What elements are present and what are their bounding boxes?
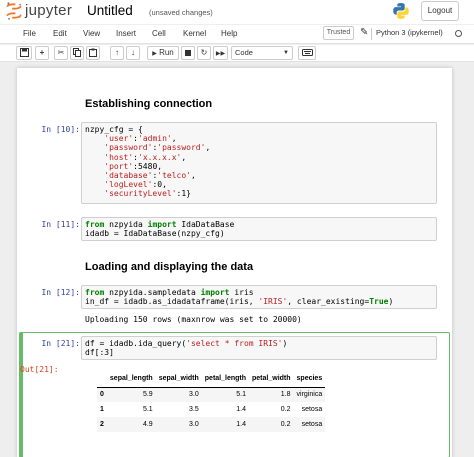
run-button[interactable]: ▶ Run [147,46,179,60]
arrow-down-icon: ↓ [131,48,135,57]
menu-insert[interactable]: Insert [116,29,136,38]
table-cell: 3.0 [189,421,199,428]
menu-file[interactable]: File [23,29,36,38]
command-palette-button[interactable] [298,46,316,60]
arrow-up-icon: ↑ [115,48,119,57]
table-cell: virginica [296,391,323,399]
plus-icon: + [39,48,45,57]
input-prompt: In [10]: [41,125,80,134]
table-cell: 3.0 [189,391,199,399]
run-icon: ▶ [152,51,157,57]
column-header: petal_length [201,372,250,388]
code-cell-config[interactable]: nzpy_cfg = { 'user':'admin', 'password':… [81,122,437,204]
logout-button[interactable]: Logout [421,1,459,21]
trusted-indicator[interactable]: Trusted [323,26,354,40]
toolbar: + ✂ ↑ ↓ ▶ Run ↻ ▶▶ Code ▼ [0,45,474,62]
table-header-row: sepal_length sepal_width petal_length pe… [97,372,326,388]
column-header: sepal_width [155,372,202,388]
code-cell-load[interactable]: from nzpyida.sampledata import iris in_d… [81,285,437,309]
code-cell-import[interactable]: from nzpyida import IdaDataBase idadb = … [81,217,437,241]
table-cell: 5.1 [142,406,153,413]
jupyter-wordmark: jupyter [25,2,73,19]
move-down-button[interactable]: ↓ [126,46,140,60]
table-cell: 1.8 [280,391,291,399]
markdown-heading-connection[interactable]: Establishing connection [85,98,212,110]
restart-icon: ↻ [200,48,208,57]
table-cell: setosa [301,406,323,413]
table-cell: 0.2 [280,421,291,428]
jupyter-logo-icon [6,2,22,20]
keyboard-icon [301,49,313,56]
table-cell: 4.9 [142,421,153,428]
save-button[interactable] [16,46,32,60]
save-icon [19,48,29,57]
menu-view[interactable]: View [83,29,100,38]
cell-type-value: Code [235,48,253,57]
table-cell: 3.5 [189,406,199,413]
table-cell: 5.1 [236,391,247,399]
table-row: 0 5.9 3.0 5.1 1.8 virginica [97,387,326,402]
menubar: File Edit View Insert Cell Kernel Help T… [0,25,474,44]
restart-button[interactable]: ↻ [197,46,211,60]
restart-run-all-button[interactable]: ▶▶ [213,46,228,60]
code-cell-query[interactable]: df = idadb.ida_query('select * from IRIS… [81,336,437,360]
python-logo-icon [393,3,409,19]
edit-mode-icon: ✎ [360,27,369,38]
row-index: 1 [100,406,104,413]
notebook-container: Establishing connection In [10]: nzpy_cf… [17,68,452,457]
kernel-status-icon [455,30,462,37]
table-cell: 0.2 [280,406,291,413]
table-row: 1 5.1 3.5 1.4 0.2 setosa [97,402,325,417]
kernel-name[interactable]: Python 3 (ipykernel) [371,28,453,40]
table-cell: 1.4 [236,421,247,428]
chevron-down-icon: ▼ [283,50,289,56]
stop-icon [185,50,191,56]
column-header: sepal_length [106,372,156,388]
input-prompt: In [12]: [41,288,80,297]
paste-icon [89,48,97,57]
table-cell: 5.9 [142,391,153,399]
menu-cell[interactable]: Cell [152,29,166,38]
column-header: species [293,372,326,388]
cut-icon: ✂ [57,48,65,57]
move-up-button[interactable]: ↑ [110,46,124,60]
menu-edit[interactable]: Edit [53,29,67,38]
output-prompt: Out[21]: [20,365,59,374]
table-cell: setosa [301,421,323,428]
run-label: Run [159,48,174,57]
table-cell: 1.4 [236,406,247,413]
dataframe-table: sepal_length sepal_width petal_length pe… [97,372,326,432]
notebook-header: jupyter Untitled (unsaved changes) Logou… [0,0,474,24]
input-prompt: In [21]: [41,339,80,348]
copy-button[interactable] [70,46,84,60]
menu-kernel[interactable]: Kernel [183,29,206,38]
fast-forward-icon: ▶▶ [215,51,226,57]
input-prompt: In [11]: [41,220,80,229]
paste-button[interactable] [86,46,100,60]
insert-cell-button[interactable]: + [35,46,49,60]
table-row: 2 4.9 3.0 1.4 0.2 setosa [97,417,326,432]
copy-icon [73,48,81,57]
notebook-title[interactable]: Untitled [87,3,133,18]
save-status: (unsaved changes) [149,8,213,17]
row-index: 0 [100,391,104,399]
interrupt-button[interactable] [181,46,195,60]
cell-output-text: Uploading 150 rows (maxnrow was set to 2… [85,315,302,324]
column-header: petal_width [249,372,294,388]
row-index: 2 [100,421,104,428]
menu-help[interactable]: Help [221,29,237,38]
column-header [97,372,107,388]
cell-type-select[interactable]: Code ▼ [231,46,293,60]
cut-button[interactable]: ✂ [54,46,68,60]
markdown-heading-loading[interactable]: Loading and displaying the data [85,261,253,273]
